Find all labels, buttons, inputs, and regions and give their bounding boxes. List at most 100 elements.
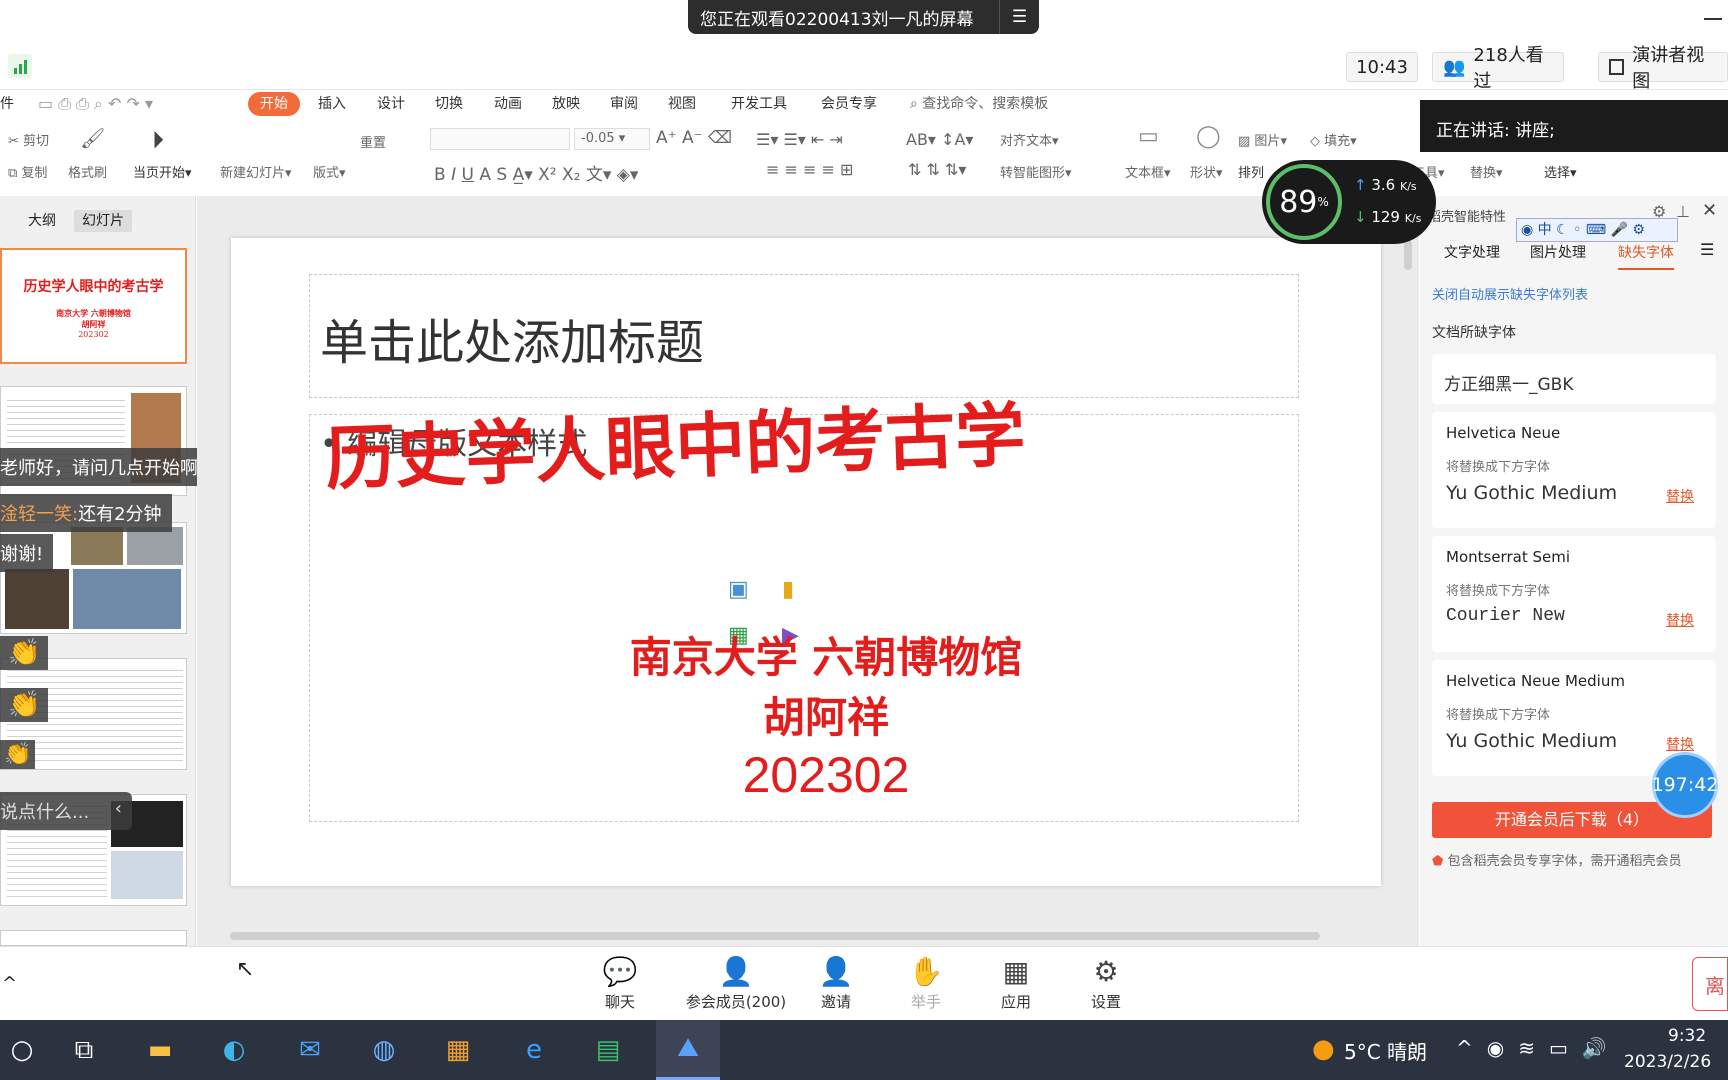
pdf-icon[interactable]: ▤ bbox=[586, 1028, 630, 1072]
tray-date[interactable]: 2023/2/26 bbox=[1624, 1052, 1711, 1072]
layout-button[interactable]: 版式▾ bbox=[313, 162, 346, 181]
text-direction-icons[interactable]: AB▾ ↕A▾ bbox=[906, 130, 973, 149]
viewers-button[interactable]: 👥 218人看过 bbox=[1432, 45, 1564, 92]
tab-file[interactable]: 件 bbox=[0, 92, 14, 116]
chat-input[interactable]: 说点什么... ‹ bbox=[0, 792, 132, 830]
ribbon-tab-bar: 件 ▭ ⎙ ⎙ ⌕ ↶ ↷ ▾ 开始 插入 设计 切换 动画 放映 审阅 视图 … bbox=[0, 90, 1420, 118]
replace-font-button[interactable]: 替换 bbox=[1666, 610, 1694, 630]
tab-outline[interactable]: 大纲 bbox=[20, 210, 64, 232]
tab-review[interactable]: 审阅 bbox=[610, 92, 638, 116]
replace-button[interactable]: 替换▾ bbox=[1470, 162, 1503, 181]
insert-picture-icon[interactable]: ▣ bbox=[728, 577, 749, 602]
tab-missing-fonts[interactable]: 缺失字体 bbox=[1618, 242, 1674, 270]
chat-app-icon[interactable]: ◍ bbox=[362, 1028, 406, 1072]
font-target-name: Yu Gothic Medium bbox=[1446, 730, 1618, 752]
replace-font-button[interactable]: 替换 bbox=[1666, 734, 1694, 754]
raise-hand-button[interactable]: ✋ 举手 bbox=[904, 955, 948, 1012]
textbox-button[interactable]: 文本框▾ bbox=[1125, 162, 1171, 181]
file-explorer-icon[interactable]: ▬ bbox=[138, 1028, 182, 1072]
slide-thumbnail-6[interactable] bbox=[0, 930, 187, 946]
tab-animation[interactable]: 动画 bbox=[494, 92, 522, 116]
timer-bubble[interactable]: 197:42 bbox=[1652, 752, 1718, 818]
panel-menu-icon[interactable]: ☰ bbox=[1700, 240, 1714, 259]
tab-developer[interactable]: 开发工具 bbox=[731, 92, 787, 116]
presenter-view-label: 演讲者视图 bbox=[1632, 45, 1705, 92]
windows-taskbar: ○ ⧉ ▬ ◐ ✉ ◍ ▦ e ▤ ⛰ ● 5°C 晴朗 ^◉≋▭🔊 9:32 … bbox=[0, 1020, 1728, 1080]
cut-button[interactable]: ✂ 剪切 bbox=[8, 130, 49, 149]
meeting-app-icon[interactable]: ⛰ bbox=[656, 1020, 720, 1080]
replace-font-button[interactable]: 替换 bbox=[1666, 486, 1694, 506]
font-family-select[interactable] bbox=[430, 128, 570, 150]
pin-icon[interactable]: ⊥ bbox=[1676, 202, 1690, 221]
people-icon: 👥 bbox=[1443, 56, 1466, 78]
copy-button[interactable]: ⧉ 复制 bbox=[8, 162, 47, 181]
tab-text-processing[interactable]: 文字处理 bbox=[1444, 242, 1500, 262]
store-icon[interactable]: ▦ bbox=[436, 1028, 480, 1072]
tab-home[interactable]: 开始 bbox=[248, 92, 300, 116]
minimize-icon[interactable] bbox=[1704, 18, 1722, 20]
list-icons[interactable]: ☰▾ ☰▾ ⇤ ⇥ bbox=[756, 130, 843, 149]
paragraph-align-icons[interactable]: ≡ ≡ ≡ ≡ ⊞ bbox=[766, 160, 853, 179]
edge-icon[interactable]: ◐ bbox=[212, 1028, 256, 1072]
slide-thumbnail-1[interactable]: 历史学人眼中的考古学 南京大学 六朝博物馆 胡阿祥 202302 bbox=[0, 248, 187, 364]
meeting-clock: 10:43 bbox=[1346, 52, 1418, 82]
tab-image-processing[interactable]: 图片处理 bbox=[1530, 242, 1586, 262]
expand-chevron-icon[interactable]: ^ bbox=[2, 973, 17, 994]
network-speed-widget[interactable]: 89% ↑ 3.6 K/s ↓ 129 K/s bbox=[1262, 160, 1436, 244]
select-button[interactable]: 选择▾ bbox=[1544, 162, 1577, 181]
font-size-select[interactable]: -0.05 ▾ bbox=[574, 128, 650, 150]
vertical-scrollbar[interactable] bbox=[1404, 240, 1412, 270]
play-from-current-button[interactable]: 当页开始▾ bbox=[133, 162, 192, 181]
invite-button[interactable]: 👤 邀请 bbox=[814, 955, 858, 1012]
shape-button[interactable]: 形状▾ bbox=[1190, 162, 1223, 181]
close-icon[interactable]: ✕ bbox=[1702, 200, 1717, 221]
tab-design[interactable]: 设计 bbox=[377, 92, 405, 116]
quick-access-icons[interactable]: ▭ ⎙ ⎙ ⌕ ↶ ↷ ▾ bbox=[38, 94, 153, 114]
clock-text: 10:43 bbox=[1356, 56, 1408, 78]
command-search[interactable]: ⌕ 查找命令、搜索模板 bbox=[910, 92, 1048, 116]
hand-icon: ✋ bbox=[908, 954, 944, 988]
search-icon[interactable]: ○ bbox=[0, 1028, 44, 1072]
text-format-icons[interactable]: B I U A S A̲▾ X² X₂ 文▾ ◈▾ bbox=[434, 160, 638, 185]
presenter-view-button[interactable]: 演讲者视图 bbox=[1598, 45, 1728, 92]
leave-button[interactable]: 离 bbox=[1692, 957, 1728, 1011]
tab-transition[interactable]: 切换 bbox=[435, 92, 463, 116]
tab-view[interactable]: 视图 bbox=[668, 92, 696, 116]
reset-button[interactable]: 重置 bbox=[360, 132, 386, 151]
fill-button[interactable]: ◇ 填充▾ bbox=[1310, 130, 1357, 149]
slide[interactable]: 单击此处添加标题 • 编辑母版文本样式 ▣ ▮ ▦ ▶ 历史学人眼中的考古学 南… bbox=[231, 238, 1381, 886]
ime-toolbar[interactable]: ◉ 中 ☾ ◦ ⌨ 🎤 ⚙ bbox=[1516, 218, 1678, 242]
smart-shape-button[interactable]: 转智能图形▾ bbox=[1000, 162, 1072, 181]
ie-icon[interactable]: e bbox=[512, 1028, 556, 1072]
align-text-button[interactable]: 对齐文本▾ bbox=[1000, 130, 1059, 149]
horizontal-scrollbar[interactable] bbox=[230, 932, 1320, 940]
signal-icon[interactable] bbox=[8, 54, 32, 78]
format-painter-button[interactable]: 格式刷 bbox=[68, 162, 107, 181]
tray-time[interactable]: 9:32 bbox=[1668, 1026, 1706, 1046]
close-auto-show-link[interactable]: 关闭自动展示缺失字体列表 bbox=[1432, 284, 1588, 303]
mail-icon[interactable]: ✉ bbox=[288, 1028, 332, 1072]
tab-slides[interactable]: 幻灯片 bbox=[74, 210, 132, 232]
collapse-chevron-icon[interactable]: ‹ bbox=[115, 798, 122, 819]
line-spacing-icons[interactable]: ⇅ ⇅ ⇅▾ bbox=[908, 160, 966, 179]
insert-chart-icon[interactable]: ▮ bbox=[782, 577, 794, 602]
participants-button[interactable]: 👤 参会成员(200) bbox=[674, 955, 798, 1012]
task-view-icon[interactable]: ⧉ bbox=[62, 1028, 106, 1072]
new-slide-button[interactable]: 新建幻灯片▾ bbox=[220, 162, 292, 181]
tray-icons[interactable]: ^◉≋▭🔊 bbox=[1456, 1036, 1621, 1060]
arrange-button[interactable]: 排列 bbox=[1238, 162, 1264, 181]
meeting-toolbar: 10:43 👥 218人看过 演讲者视图 bbox=[0, 45, 1728, 92]
font-grow-icon[interactable]: A⁺ A⁻ ⌫ bbox=[656, 128, 732, 148]
play-icon: ⏵ bbox=[152, 126, 164, 154]
chat-button[interactable]: 💬 聊天 bbox=[598, 955, 642, 1012]
artifact-image bbox=[5, 569, 69, 629]
tab-member[interactable]: 会员专享 bbox=[821, 92, 877, 116]
tab-insert[interactable]: 插入 bbox=[318, 92, 346, 116]
banner-menu-icon[interactable]: ☰ bbox=[999, 0, 1039, 34]
picture-button[interactable]: ▨ 图片▾ bbox=[1238, 130, 1287, 149]
textbox-icon: ▭ bbox=[1138, 124, 1159, 149]
weather-text[interactable]: 5°C 晴朗 bbox=[1344, 1036, 1427, 1065]
apps-button[interactable]: ▦ 应用 bbox=[994, 955, 1038, 1012]
settings-button[interactable]: ⚙ 设置 bbox=[1084, 955, 1128, 1012]
tab-slideshow[interactable]: 放映 bbox=[552, 92, 580, 116]
